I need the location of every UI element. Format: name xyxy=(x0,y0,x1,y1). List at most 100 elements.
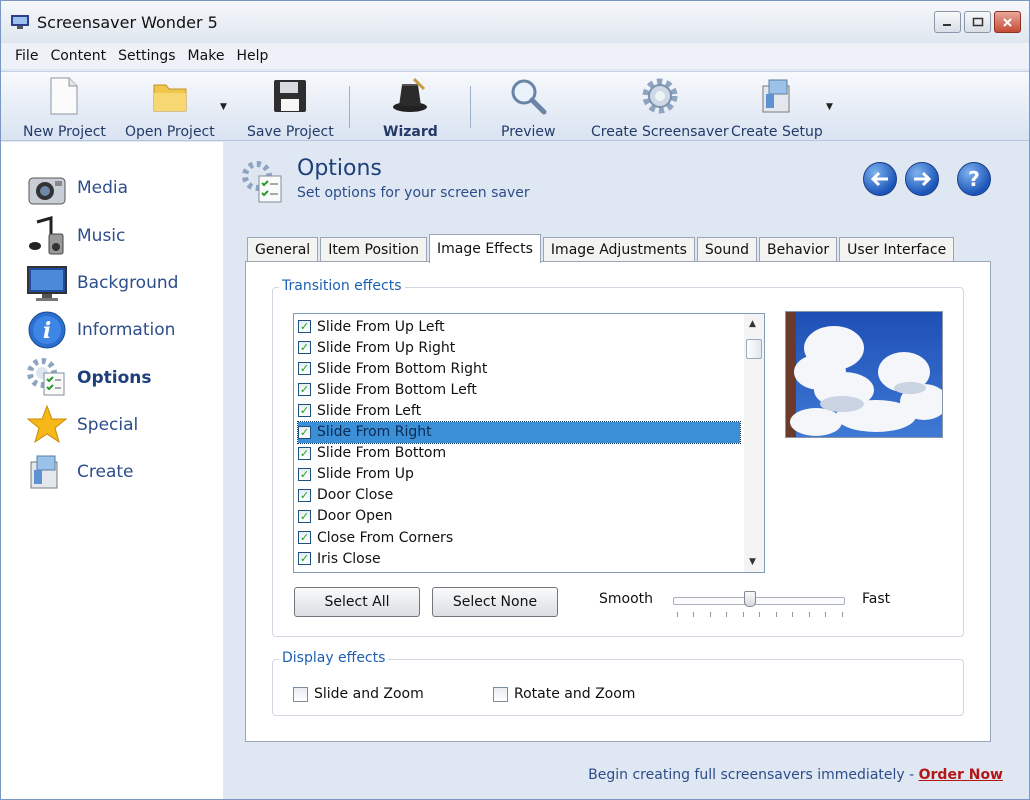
setup-box-icon xyxy=(757,76,797,116)
sidebar-item-information[interactable]: i Information xyxy=(25,308,215,352)
create-setup-label: Create Setup xyxy=(731,124,823,140)
list-item[interactable]: ✓ Slide From Right xyxy=(297,420,741,444)
page-subtitle: Set options for your screen saver xyxy=(297,185,530,201)
checkbox-icon[interactable]: ✓ xyxy=(298,425,311,439)
list-item[interactable]: ✓ Slide From Bottom xyxy=(298,443,740,464)
back-button[interactable] xyxy=(863,162,897,196)
checkbox-icon[interactable]: ✓ xyxy=(298,341,311,355)
list-item[interactable]: ✓ Door Close xyxy=(298,485,740,506)
menu-content[interactable]: Content xyxy=(44,48,112,64)
window-controls xyxy=(934,11,1021,33)
sidebar-item-music[interactable]: Music xyxy=(25,214,215,258)
star-icon xyxy=(25,403,69,447)
menu-make[interactable]: Make xyxy=(182,48,231,64)
transition-effects-legend: Transition effects xyxy=(279,278,405,294)
menu-settings[interactable]: Settings xyxy=(112,48,181,64)
create-screensaver-label: Create Screensaver xyxy=(591,124,729,140)
sidebar-item-label: Create xyxy=(77,462,134,482)
sidebar-item-media[interactable]: Media xyxy=(25,166,215,210)
help-button[interactable]: ? xyxy=(957,162,991,196)
list-scrollbar[interactable]: ▲ ▼ xyxy=(744,314,764,572)
checkbox-icon[interactable]: ✓ xyxy=(298,467,311,481)
create-setup-button[interactable]: Create Setup xyxy=(731,76,823,140)
list-item[interactable]: ✓ Slide From Left xyxy=(298,400,740,421)
save-project-button[interactable]: Save Project xyxy=(247,76,334,140)
list-item[interactable]: ✓ Slide From Up Right xyxy=(298,337,740,358)
list-item-label: Slide From Right xyxy=(317,424,432,440)
select-none-button[interactable]: Select None xyxy=(432,587,558,617)
tab-bar: General Item Position Image Effects Imag… xyxy=(247,234,956,263)
sidebar-item-options[interactable]: Options xyxy=(25,356,215,400)
close-button[interactable] xyxy=(994,11,1021,33)
tab-image-effects[interactable]: Image Effects xyxy=(429,234,541,263)
toolbar-separator xyxy=(349,86,350,128)
list-item[interactable]: ✓ Slide From Up xyxy=(298,464,740,485)
scroll-up-arrow[interactable]: ▲ xyxy=(749,319,756,329)
open-project-button[interactable]: Open Project xyxy=(125,76,215,140)
checkbox-icon[interactable]: ✓ xyxy=(298,320,311,333)
minimize-button[interactable] xyxy=(934,11,961,33)
checkbox-box: ✓ xyxy=(293,686,308,702)
tab-user-interface[interactable]: User Interface xyxy=(839,237,955,262)
preview-button[interactable]: Preview xyxy=(501,76,556,140)
list-item[interactable]: ✓ Iris Close xyxy=(298,548,740,569)
folder-icon xyxy=(150,76,190,116)
checkbox-icon[interactable]: ✓ xyxy=(298,383,311,397)
toolbar-separator xyxy=(470,86,471,128)
sidebar-item-create[interactable]: Create xyxy=(25,450,215,494)
tab-sound[interactable]: Sound xyxy=(696,237,757,262)
checkbox-icon[interactable]: ✓ xyxy=(298,509,311,523)
open-project-label: Open Project xyxy=(125,124,215,140)
sidebar-item-label: Options xyxy=(77,368,152,388)
list-item[interactable]: ✓ Door Open xyxy=(298,506,740,527)
list-item[interactable]: ✓ Close From Corners xyxy=(298,527,740,548)
speed-slider-thumb[interactable] xyxy=(744,591,757,607)
checkbox-icon[interactable]: ✓ xyxy=(298,488,311,502)
slide-and-zoom-checkbox[interactable]: ✓ Slide and Zoom xyxy=(293,686,424,702)
toolbar: New Project Open Project ▼ Save Project … xyxy=(1,71,1029,141)
new-project-label: New Project xyxy=(23,124,106,140)
tab-item-position[interactable]: Item Position xyxy=(320,237,428,262)
checkbox-icon[interactable]: ✓ xyxy=(298,531,311,544)
checkbox-icon[interactable]: ✓ xyxy=(298,552,311,566)
checkbox-icon[interactable]: ✓ xyxy=(298,446,311,460)
new-project-button[interactable]: New Project xyxy=(23,76,106,140)
order-now-link[interactable]: Order Now xyxy=(919,767,1003,783)
checkbox-box: ✓ xyxy=(493,686,508,702)
create-setup-dropdown-arrow[interactable]: ▼ xyxy=(826,102,833,112)
new-document-icon xyxy=(44,76,84,116)
speed-slider-track[interactable] xyxy=(673,597,845,605)
menu-file[interactable]: File xyxy=(9,48,44,64)
tab-behavior[interactable]: Behavior xyxy=(758,237,838,262)
list-item[interactable]: ✓ Slide From Bottom Left xyxy=(298,379,740,400)
wizard-button[interactable]: Wizard xyxy=(383,76,438,140)
tab-general[interactable]: General xyxy=(247,237,319,262)
arrow-left-icon xyxy=(870,171,888,187)
rotate-and-zoom-checkbox[interactable]: ✓ Rotate and Zoom xyxy=(493,686,635,702)
info-icon: i xyxy=(25,308,69,352)
scroll-thumb[interactable] xyxy=(746,339,762,359)
scroll-down-arrow[interactable]: ▼ xyxy=(749,557,756,567)
tab-image-adjustments[interactable]: Image Adjustments xyxy=(542,237,695,262)
speed-max-label: Fast xyxy=(862,591,891,607)
footer-promo: Begin creating full screensavers immedia… xyxy=(588,767,1003,783)
forward-button[interactable] xyxy=(905,162,939,196)
list-item-label: Slide From Bottom Right xyxy=(317,360,488,377)
question-mark-icon: ? xyxy=(968,167,980,191)
create-screensaver-button[interactable]: Create Screensaver xyxy=(591,76,729,140)
select-all-button[interactable]: Select All xyxy=(294,587,420,617)
preview-label: Preview xyxy=(501,124,556,140)
checkbox-icon[interactable]: ✓ xyxy=(298,404,311,418)
transition-effects-list[interactable]: ✓ Slide From Up Left ✓ Slide From Up Right ✓… xyxy=(293,313,765,573)
sidebar-item-background[interactable]: Background xyxy=(25,261,215,305)
open-project-dropdown-arrow[interactable]: ▼ xyxy=(220,102,227,112)
checkbox-icon[interactable]: ✓ xyxy=(298,362,311,376)
menu-help[interactable]: Help xyxy=(230,48,274,64)
list-item[interactable]: ✓ Slide From Bottom Right xyxy=(298,358,740,379)
list-item[interactable]: ✓ Slide From Up Left xyxy=(298,316,740,337)
save-project-label: Save Project xyxy=(247,124,334,140)
sidebar-item-special[interactable]: Special xyxy=(25,403,215,447)
tab-panel-image-effects: Transition effects ✓ Slide From Up Left ✓ S… xyxy=(245,261,991,742)
maximize-button[interactable] xyxy=(964,11,991,33)
arrow-right-icon xyxy=(914,171,932,187)
